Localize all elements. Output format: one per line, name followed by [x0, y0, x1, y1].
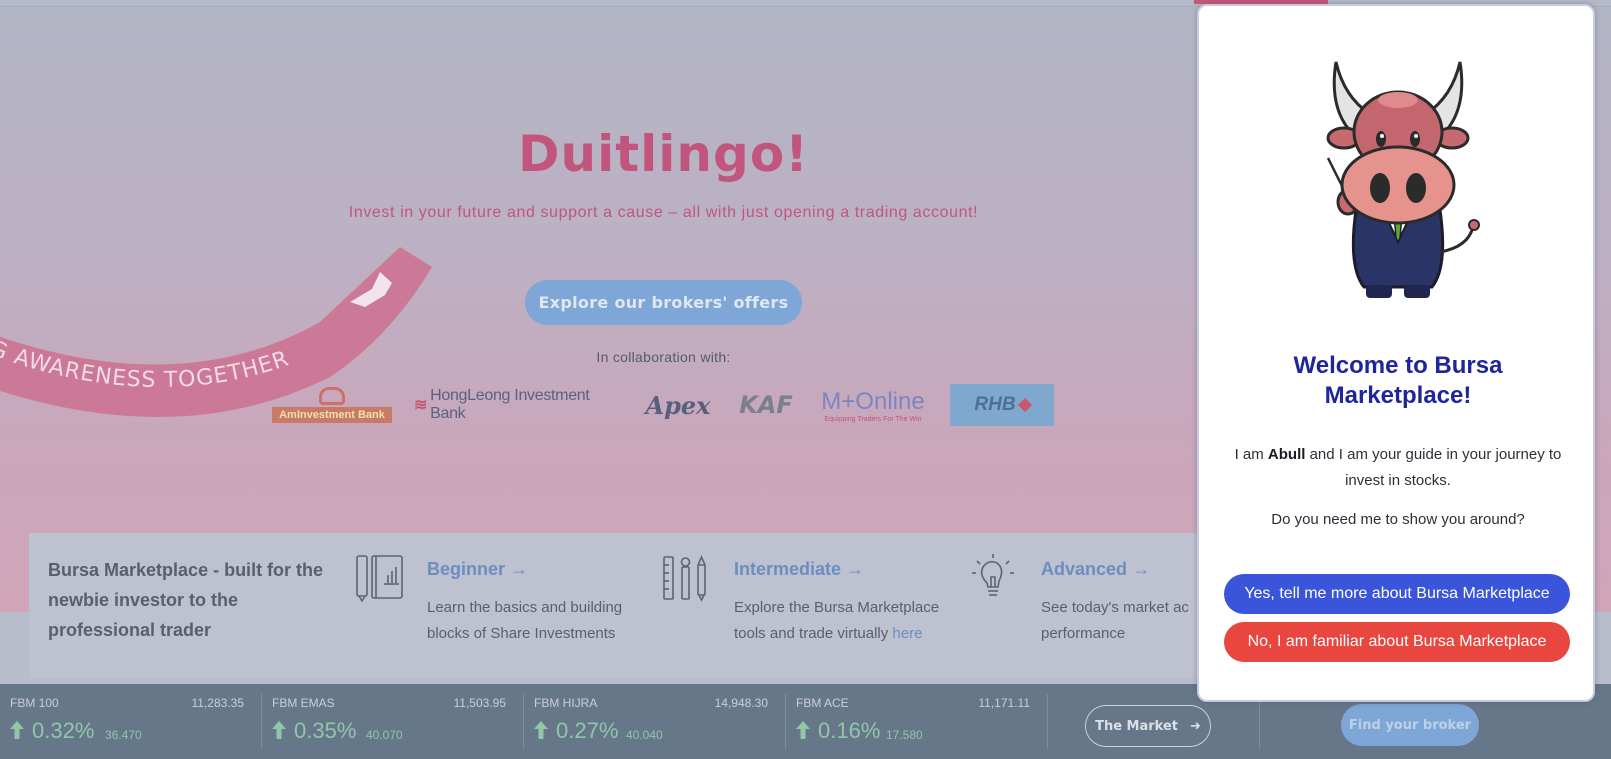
arrow-up-icon	[796, 721, 810, 739]
abull-mascot-image	[1326, 61, 1480, 298]
explore-brokers-button[interactable]: Explore our brokers' offers	[525, 280, 802, 325]
guide-name: Abull	[1267, 446, 1306, 463]
arrow-up-icon	[10, 721, 24, 739]
ticker-item[interactable]: FBM HIJRA 14,948.30 0.27% 40.040	[524, 684, 786, 759]
modal-title: Welcome to Bursa Marketplace!	[1293, 352, 1503, 409]
ticker-item[interactable]: FBM 100 11,283.35 0.32% 36.470	[0, 684, 262, 759]
hongleong-mark-icon: ≋	[414, 397, 428, 414]
the-market-button[interactable]: The Market ➜	[1085, 705, 1211, 747]
kaf-logo[interactable]: KAF	[735, 383, 797, 427]
virtual-trade-here-link[interactable]: here	[892, 625, 922, 642]
arrow-up-icon	[272, 721, 286, 739]
arrow-up-icon	[534, 721, 548, 739]
experience-level-cards: Bursa Marketplace - built for the newbie…	[29, 533, 1229, 678]
hongleong-logo[interactable]: ≋ HongLeong Investment Bank	[414, 383, 622, 427]
hero-title: Duitlingo!	[518, 125, 809, 183]
apex-logo[interactable]: Apex	[643, 383, 713, 427]
ticker-item[interactable]: FBM EMAS 11,503.95 0.35% 40.070	[262, 684, 524, 759]
book-icon	[356, 555, 403, 603]
beginner-link[interactable]: Beginner →	[427, 559, 528, 580]
no-tour-button[interactable]: No, I am familiar about Bursa Marketplac…	[1224, 622, 1570, 662]
aminvestment-logo[interactable]: AmInvestment Bank	[272, 383, 392, 427]
arrow-right-icon: ➜	[1190, 718, 1201, 734]
collaboration-label: In collaboration with:	[596, 349, 731, 365]
modal-intro-text: I am Abull and I am your guide in your j…	[1234, 446, 1562, 489]
ticker-item[interactable]: FBM ACE 11,171.11 0.16% 17.580	[786, 684, 1048, 759]
intermediate-description: Explore the Bursa Marketplace tools and …	[734, 599, 940, 642]
mplus-online-logo[interactable]: M+Online Equipping Traders For The Win	[817, 383, 929, 427]
aminvestment-mark-icon	[319, 387, 345, 405]
ticker-divider	[1047, 694, 1048, 749]
beginner-description: Learn the basics and building blocks of …	[427, 599, 623, 642]
lightbulb-icon	[972, 554, 1014, 596]
ticker-divider	[1259, 694, 1260, 749]
advanced-link[interactable]: Advanced →	[1041, 559, 1150, 580]
find-broker-button[interactable]: Find your broker	[1341, 704, 1479, 746]
rhb-logo[interactable]: RHB	[950, 384, 1054, 426]
modal-question: Do you need me to show you around?	[1271, 511, 1525, 528]
yes-tour-button[interactable]: Yes, tell me more about Bursa Marketplac…	[1224, 574, 1570, 614]
tools-icon	[663, 555, 706, 602]
hero-subtitle: Invest in your future and support a caus…	[348, 204, 979, 221]
marketplace-tagline: Bursa Marketplace - built for the newbie…	[48, 560, 324, 640]
welcome-modal: Welcome to Bursa Marketplace! I am Abull…	[1197, 4, 1595, 702]
rhb-diamond-icon	[1017, 397, 1032, 413]
intermediate-link[interactable]: Intermediate →	[734, 559, 864, 580]
